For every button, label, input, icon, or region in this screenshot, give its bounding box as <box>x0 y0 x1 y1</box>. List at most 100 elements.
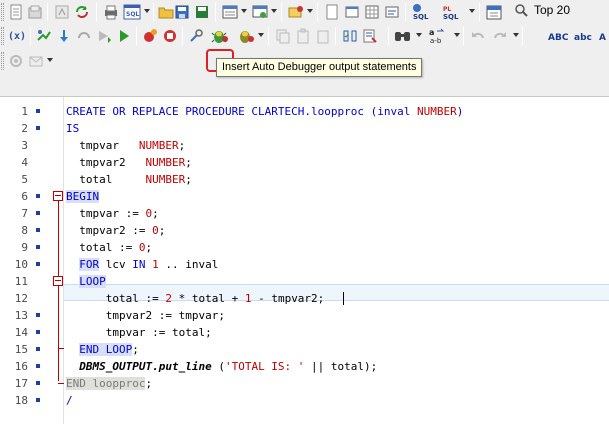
debug-settings-icon[interactable] <box>186 26 206 46</box>
insert-auto-debugger-icon[interactable] <box>210 26 230 46</box>
remove-auto-debugger-icon[interactable] <box>236 26 256 46</box>
code-token: ; <box>132 343 139 356</box>
compile-icon[interactable] <box>52 2 72 22</box>
schema-browser-dropdown[interactable] <box>240 7 247 15</box>
undo-icon[interactable] <box>468 26 488 46</box>
line-number: 13 <box>14 309 28 322</box>
calendar-icon[interactable] <box>484 2 504 22</box>
code-token: NUMBER <box>138 139 179 152</box>
code-token: 1 <box>152 258 159 271</box>
cut-icon[interactable] <box>313 26 333 46</box>
code-text: END loopproc; <box>66 375 152 392</box>
code-token: NUMBER <box>145 173 186 186</box>
find-dropdown[interactable] <box>415 31 422 39</box>
paste-icon[interactable] <box>293 26 313 46</box>
code-token: IS <box>66 122 80 135</box>
toolbar-row-2: (x) a a-b ABC abc A <box>0 24 609 72</box>
toolbar-grip[interactable] <box>1 52 4 70</box>
code-text: tmpvar := total; <box>66 324 212 341</box>
toggle-case-icon[interactable]: A <box>599 26 609 46</box>
code-token: ; <box>152 207 159 220</box>
code-text: tmpvar2 := 0; <box>66 222 165 239</box>
code-token: total := <box>66 292 166 305</box>
redo-dropdown[interactable] <box>512 31 519 39</box>
grid-icon[interactable] <box>362 2 382 22</box>
execute-icon[interactable] <box>34 26 54 46</box>
mail-icon[interactable] <box>26 51 46 71</box>
breakpoint-icon[interactable] <box>140 26 160 46</box>
sql-window-dropdown[interactable] <box>143 7 150 15</box>
svg-text:SQL: SQL <box>443 13 459 21</box>
text-caret <box>343 292 344 305</box>
project-manager-icon[interactable] <box>286 2 306 22</box>
pl-sql-icon[interactable]: PL SQL <box>440 2 466 22</box>
code-token: CREATE OR REPLACE PROCEDURE CLARTECH.loo… <box>66 105 417 118</box>
project-manager-dropdown[interactable] <box>306 7 313 15</box>
green-save-icon[interactable] <box>192 2 212 22</box>
svg-text:PL: PL <box>443 6 451 13</box>
toolbar-grip[interactable] <box>1 3 4 21</box>
code-text: CREATE OR REPLACE PROCEDURE CLARTECH.loo… <box>66 103 463 120</box>
find-icon[interactable] <box>393 26 413 46</box>
save-icon[interactable] <box>172 2 192 22</box>
redo-icon[interactable] <box>490 26 510 46</box>
code-editor[interactable]: 1 CREATE OR REPLACE PROCEDURE CLARTECH.l… <box>0 97 609 424</box>
print-icon[interactable] <box>101 2 121 22</box>
code-token: ; <box>185 156 192 169</box>
line-number: 18 <box>14 394 28 407</box>
describe-icon[interactable] <box>340 26 360 46</box>
replace-icon[interactable]: a a-b <box>426 26 450 46</box>
sql-icon[interactable] <box>382 2 402 22</box>
line-marker <box>36 381 40 385</box>
code-text: tmpvar2 NUMBER; <box>66 154 192 171</box>
sql-optimizer-icon[interactable]: SQL <box>410 2 434 22</box>
step-over-icon[interactable] <box>74 26 94 46</box>
top-count-combo[interactable]: Top 20 <box>512 1 609 19</box>
line-number: 14 <box>14 326 28 339</box>
window-icon[interactable] <box>342 2 362 22</box>
replace-dropdown[interactable] <box>453 31 460 39</box>
code-token: total := <box>66 241 139 254</box>
code-text: tmpvar2 := tmpvar; <box>66 307 225 324</box>
uppercase-icon[interactable]: ABC <box>547 26 571 46</box>
toolbar-grip[interactable] <box>1 27 4 45</box>
pl-sql-dropdown[interactable] <box>468 7 475 15</box>
refresh-icon[interactable] <box>72 2 92 22</box>
session-browser-icon[interactable] <box>250 2 270 22</box>
new-icon[interactable] <box>6 2 26 22</box>
settings-icon[interactable] <box>6 51 26 71</box>
code-line: 10 FOR lcv IN 1 .. inval <box>0 256 609 273</box>
run-to-cursor-icon[interactable] <box>94 26 114 46</box>
code-text: LOOP <box>66 273 106 290</box>
code-line: 17 END loopproc; <box>0 375 609 392</box>
code-token: tmpvar2 <box>66 156 146 169</box>
code-token: ; <box>145 241 153 254</box>
sql-window-icon[interactable]: SQL <box>122 2 142 22</box>
lowercase-icon[interactable]: abc <box>573 26 597 46</box>
substitution-variables-button[interactable]: (x) <box>6 26 28 46</box>
mail-dropdown[interactable] <box>46 56 53 64</box>
line-number: 16 <box>14 360 28 373</box>
auto-debugger-dropdown[interactable] <box>257 31 264 39</box>
line-number: 8 <box>21 224 28 237</box>
schema-browser-icon[interactable] <box>220 2 240 22</box>
line-number: 1 <box>21 105 28 118</box>
code-line: 2 IS <box>0 120 609 137</box>
code-token: BEGIN <box>66 190 100 203</box>
copy-icon[interactable] <box>273 26 293 46</box>
blank-doc-icon[interactable] <box>322 2 342 22</box>
code-token: 'TOTAL IS: ' <box>224 360 305 373</box>
open-icon[interactable] <box>25 2 45 22</box>
code-token: 2 <box>165 292 172 305</box>
format-icon[interactable] <box>360 26 380 46</box>
run-icon[interactable] <box>114 26 134 46</box>
code-text: total NUMBER; <box>66 171 192 188</box>
line-number: 4 <box>21 156 28 169</box>
code-token: ; <box>145 377 153 390</box>
step-into-icon[interactable] <box>54 26 74 46</box>
code-token: FOR <box>79 258 100 271</box>
session-browser-dropdown[interactable] <box>270 7 277 15</box>
stop-debug-icon[interactable] <box>160 26 180 46</box>
